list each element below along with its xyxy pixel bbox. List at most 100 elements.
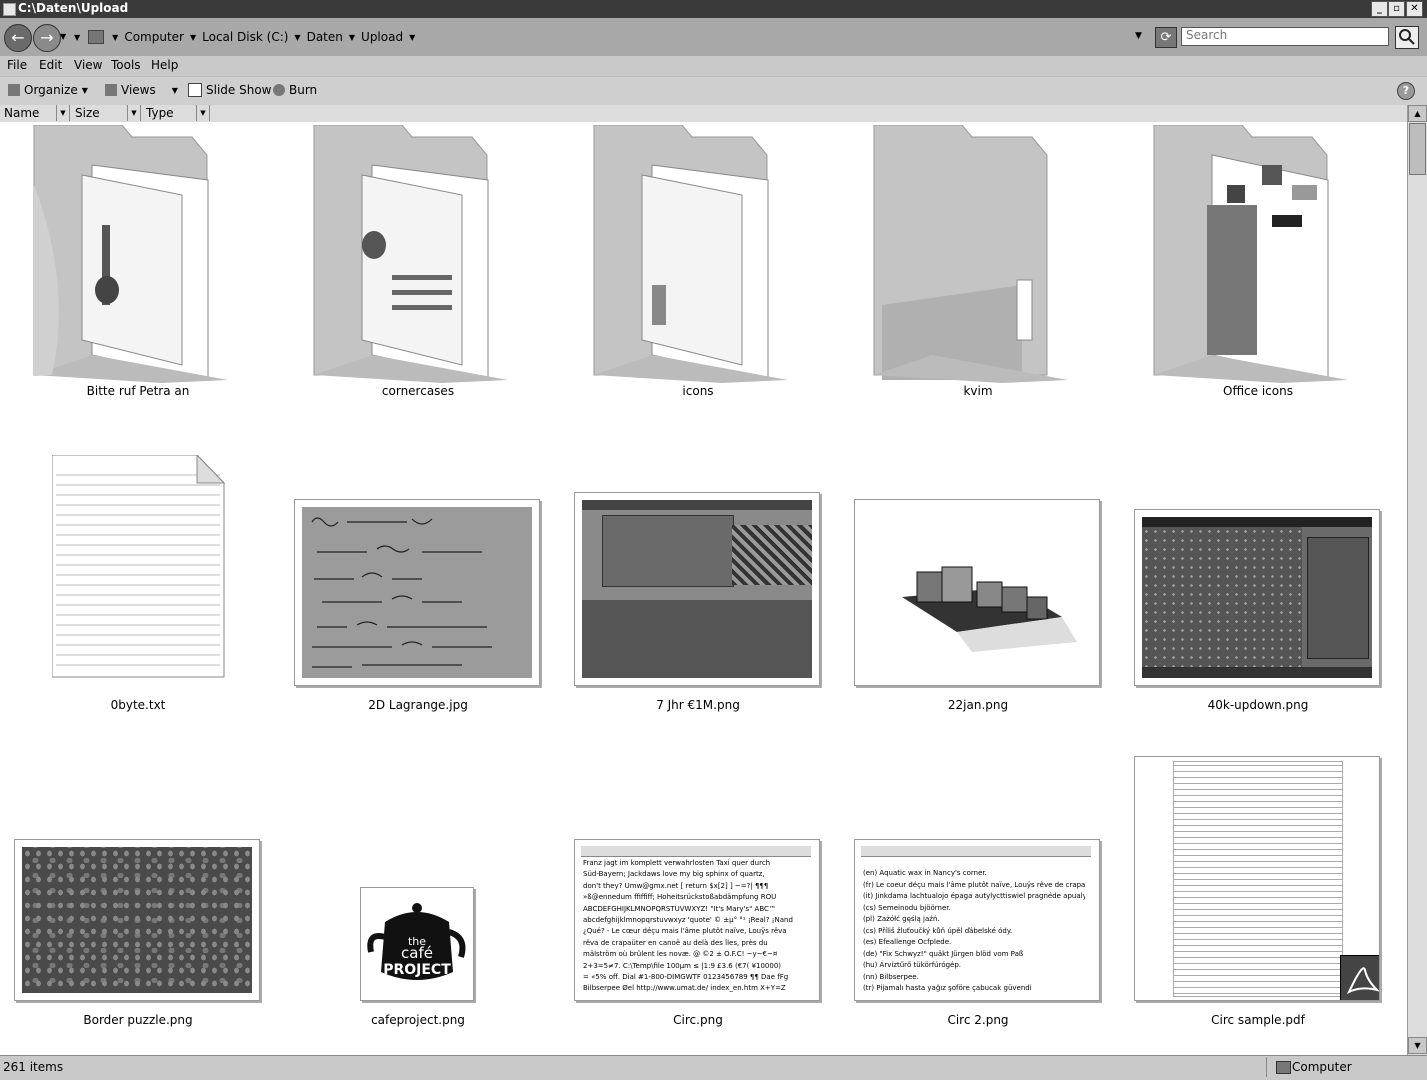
organize-button[interactable]: Organize ▼	[8, 83, 88, 97]
chevron-down-icon[interactable]: ▼	[127, 105, 140, 121]
menu-help[interactable]: Help	[151, 58, 178, 72]
handwritten-notes-image	[302, 507, 532, 678]
burn-button[interactable]: Burn	[273, 83, 317, 97]
column-name-label: Name	[4, 106, 40, 120]
computer-icon	[88, 30, 105, 44]
menu-tools[interactable]: Tools	[111, 58, 141, 72]
rendered-3d-image	[862, 507, 1092, 678]
file-name: 40k-updown.png	[1207, 698, 1309, 712]
back-button[interactable]: ←	[4, 24, 32, 52]
column-type-label: Type	[146, 106, 174, 120]
image-thumbnail: (en) Aquatic wax in Nancy's corner. (fr)…	[854, 839, 1100, 1001]
maximize-button[interactable]: ▫	[1388, 1, 1405, 17]
scrollbar-thumb[interactable]	[1409, 123, 1426, 175]
chevron-right-icon[interactable]: ▼	[112, 33, 118, 42]
folder-icon	[1153, 125, 1348, 383]
text-line: mälström où brûlent les novæ. @ ©2 ± O.F…	[583, 950, 778, 959]
breadcrumb[interactable]: ▼ ▼ Computer ▼ Local Disk (C:) ▼ Daten ▼…	[74, 26, 1165, 48]
image-thumbnail	[294, 499, 540, 686]
menu-file[interactable]: File	[7, 58, 27, 72]
text-line: rêva de crapaüter en canoë au delà des î…	[583, 938, 768, 947]
refresh-icon[interactable]: ⟳	[1155, 27, 1177, 48]
help-icon[interactable]: ?	[1397, 82, 1415, 100]
file-name: Border puzzle.png	[83, 1013, 193, 1027]
folder-icon	[33, 125, 228, 383]
chevron-right-icon[interactable]: ▼	[190, 33, 196, 42]
file-item[interactable]: Franz jagt im komplett verwahrlosten Tax…	[574, 762, 820, 1032]
map-field	[1142, 527, 1302, 667]
text-line: (fr) Le coeur déçu mais l'âme plutôt naï…	[863, 880, 1085, 889]
file-item[interactable]: Bitte ruf Petra an	[18, 122, 258, 402]
file-item[interactable]: kvim	[858, 122, 1098, 402]
map-sidepanel	[1307, 537, 1369, 659]
file-item[interactable]: Circ sample.pdf	[1134, 756, 1380, 1032]
file-item[interactable]: Office icons	[1138, 122, 1378, 402]
menu-view[interactable]: View	[74, 58, 102, 72]
slideshow-label: Slide Show	[206, 83, 272, 97]
file-name: Office icons	[1223, 384, 1293, 398]
file-item[interactable]: 7 Jhr €1M.png	[574, 447, 820, 717]
file-item[interactable]: 2D Lagrange.jpg	[294, 447, 540, 717]
organize-icon	[8, 84, 20, 96]
column-headers: Name ▼ Size ▼ Type ▼	[0, 105, 1427, 123]
chevron-down-icon[interactable]: ▼	[196, 105, 209, 121]
recent-pages-dropdown[interactable]: ▼	[60, 32, 66, 41]
chevron-right-icon[interactable]: ▼	[409, 33, 415, 42]
column-header-size[interactable]: Size ▼	[71, 105, 141, 121]
breadcrumb-computer[interactable]: Computer	[122, 30, 186, 44]
file-name: 2D Lagrange.jpg	[368, 698, 468, 712]
scroll-down-button[interactable]: ▼	[1408, 1037, 1427, 1054]
text-line: »ß@ennedum ffiffiff; Hoheitsrückstoßabdä…	[583, 893, 777, 902]
text-line: abcdefghijklmnopqrstuvwxyz 'quote' © ±µ°…	[583, 916, 793, 925]
address-bar: ← → ▼ ▼ ▼ Computer ▼ Local Disk (C:) ▼ D…	[0, 18, 1427, 57]
text-line: (nn) Bilbserpee.	[863, 972, 919, 981]
search-button[interactable]	[1395, 26, 1419, 49]
computer-icon	[1276, 1061, 1291, 1074]
breadcrumb-daten[interactable]: Daten	[305, 30, 345, 44]
column-header-name[interactable]: Name ▼	[0, 105, 70, 121]
file-item[interactable]: 0byte.txt	[18, 447, 258, 717]
address-history-dropdown[interactable]: ▼	[1135, 31, 1142, 41]
file-name: 0byte.txt	[110, 698, 166, 712]
slideshow-button[interactable]: Slide Show	[188, 83, 271, 97]
column-header-type[interactable]: Type ▼	[142, 105, 210, 121]
chevron-right-icon[interactable]: ▼	[349, 33, 355, 42]
minimize-button[interactable]: _	[1371, 1, 1388, 17]
menu-edit[interactable]: Edit	[39, 58, 62, 72]
file-item[interactable]: 40k-updown.png	[1134, 447, 1380, 717]
game-terrain	[582, 600, 812, 678]
breadcrumb-local-disk[interactable]: Local Disk (C:)	[200, 30, 290, 44]
game-screenshot-image	[582, 500, 812, 678]
close-button[interactable]: ✕	[1406, 1, 1423, 17]
breadcrumb-root-chevron[interactable]: ▼	[74, 33, 80, 42]
vertical-scrollbar[interactable]: ▲ ▼	[1407, 105, 1427, 1055]
chevron-right-icon[interactable]: ▼	[294, 33, 300, 42]
text-line: Franz jagt im komplett verwahrlosten Tax…	[583, 859, 771, 867]
file-item[interactable]: cornercases	[298, 122, 538, 402]
file-item[interactable]: icons	[578, 122, 818, 402]
text-line: (pl) Zażółć gęślą jaźń.	[863, 915, 940, 923]
file-item[interactable]: (en) Aquatic wax in Nancy's corner. (fr)…	[854, 762, 1100, 1032]
slideshow-icon	[188, 83, 202, 97]
scroll-up-button[interactable]: ▲	[1408, 105, 1427, 122]
file-item[interactable]: 22jan.png	[854, 447, 1100, 717]
puzzle-image	[22, 847, 252, 993]
file-item[interactable]: Border puzzle.png	[14, 762, 260, 1032]
file-name: 7 Jhr €1M.png	[656, 698, 740, 712]
chevron-down-icon: ▼	[81, 85, 88, 95]
text-line: (hu) Árvíztűrő tükörfúrógép.	[863, 961, 962, 969]
chevron-down-icon[interactable]: ▼	[56, 105, 69, 121]
breadcrumb-upload[interactable]: Upload	[359, 30, 405, 44]
file-item[interactable]: the café PROJECT cafeproject.png	[298, 762, 538, 1032]
file-name: Circ 2.png	[947, 1013, 1009, 1027]
text-line: (en) Aquatic wax in Nancy's corner.	[863, 869, 987, 877]
views-label: Views	[121, 83, 156, 97]
forward-button[interactable]: →	[33, 24, 61, 52]
views-button[interactable]: Views ▼	[105, 83, 178, 97]
file-name: icons	[682, 384, 714, 398]
file-view: Bitte ruf Petra an cornercases icons kvi…	[0, 122, 1407, 1055]
text-line: = «5% off. Dial #1-800-DIMGWTF 012345678…	[583, 973, 789, 982]
search-input[interactable]: Search	[1181, 27, 1389, 46]
file-name: 22jan.png	[947, 698, 1009, 712]
circ-text-sample: Franz jagt im komplett verwahrlosten Tax…	[583, 858, 805, 995]
